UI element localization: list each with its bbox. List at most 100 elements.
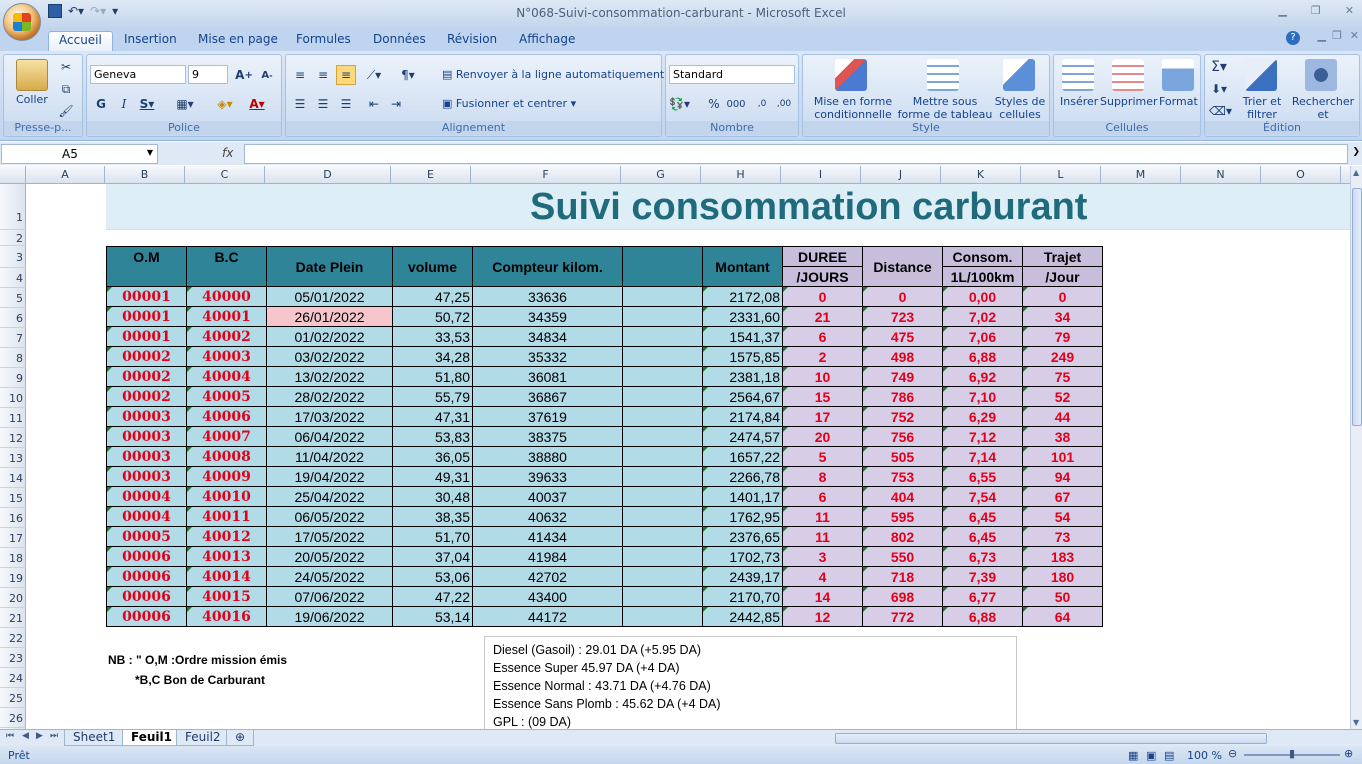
table-cell[interactable]: 2442,85 [702, 606, 783, 627]
table-cell[interactable]: 1541,37 [702, 326, 783, 347]
header-montant[interactable]: Montant [702, 246, 783, 287]
row-header[interactable]: 13 [0, 448, 26, 468]
table-cell[interactable]: 64 [1022, 606, 1103, 627]
autosum-icon[interactable]: Σ▾ [1209, 57, 1229, 77]
table-cell[interactable] [622, 346, 703, 367]
table-cell[interactable]: 2172,08 [702, 286, 783, 307]
page-layout-icon[interactable]: ▣ [1146, 749, 1156, 762]
table-cell[interactable]: 44172 [472, 606, 623, 627]
copy-icon[interactable]: ⧉ [56, 79, 76, 99]
row-header[interactable]: 21 [0, 608, 26, 628]
table-cell[interactable]: 7,12 [942, 426, 1023, 447]
zoom-out-icon[interactable]: ⊖ [1228, 747, 1237, 760]
table-cell[interactable]: 595 [862, 506, 943, 527]
table-cell[interactable]: 00003 [106, 446, 187, 467]
table-cell[interactable]: 11/04/2022 [266, 446, 393, 467]
table-cell[interactable]: 6,29 [942, 406, 1023, 427]
table-cell[interactable]: 50 [1022, 586, 1103, 607]
table-cell[interactable]: 42702 [472, 566, 623, 587]
header-date[interactable]: Date Plein [266, 246, 393, 287]
sheet-tab-sheet1[interactable]: Sheet1 [64, 730, 125, 746]
row-header[interactable]: 16 [0, 508, 26, 528]
prev-sheet-icon[interactable]: ◀ [22, 731, 29, 741]
column-header[interactable]: K [941, 166, 1021, 184]
zoom-slider-thumb[interactable]: ▮ [1289, 747, 1295, 760]
table-cell[interactable] [622, 446, 703, 467]
table-cell[interactable]: 7,39 [942, 566, 1023, 587]
format-painter-icon[interactable]: 🖌 [56, 101, 76, 121]
table-cell[interactable]: 53,14 [392, 606, 473, 627]
table-cell[interactable]: 06/05/2022 [266, 506, 393, 527]
ribbon-minimize-icon[interactable]: ▁ [1318, 29, 1326, 42]
table-cell[interactable]: 6 [782, 486, 863, 507]
header-duree[interactable]: DUREE [782, 246, 863, 267]
orientation-icon[interactable]: ⟋▾ [364, 65, 384, 85]
table-cell[interactable] [622, 526, 703, 547]
accounting-format-icon[interactable]: 💱▾ [669, 94, 690, 114]
table-cell[interactable]: 40013 [186, 546, 267, 567]
table-cell[interactable]: 723 [862, 306, 943, 327]
table-cell[interactable] [622, 306, 703, 327]
decrease-indent-icon[interactable]: ⇤ [364, 94, 384, 114]
fuel-prices-textbox[interactable]: Diesel (Gasoil) : 29.01 DA (+5.95 DA) Es… [484, 636, 1017, 729]
table-cell[interactable]: 21 [782, 306, 863, 327]
name-box[interactable]: A5 ▼ [1, 144, 158, 164]
row-header[interactable]: 8 [0, 348, 26, 368]
table-cell[interactable]: 00006 [106, 566, 187, 587]
table-cell[interactable]: 40011 [186, 506, 267, 527]
table-cell[interactable]: 00001 [106, 286, 187, 307]
row-header[interactable]: 24 [0, 668, 26, 688]
table-cell[interactable]: 19/06/2022 [266, 606, 393, 627]
table-cell[interactable]: 41984 [472, 546, 623, 567]
increase-decimal-icon[interactable]: ,0 [752, 94, 772, 114]
table-cell[interactable]: 07/06/2022 [266, 586, 393, 607]
fill-color-icon[interactable]: ◈▾ [215, 94, 235, 114]
table-cell[interactable] [622, 546, 703, 567]
table-cell[interactable] [622, 606, 703, 627]
table-cell[interactable]: 505 [862, 446, 943, 467]
table-cell[interactable]: 550 [862, 546, 943, 567]
select-all-corner[interactable] [0, 166, 26, 184]
table-cell[interactable]: 11 [782, 526, 863, 547]
table-cell[interactable]: 20/05/2022 [266, 546, 393, 567]
table-cell[interactable]: 73 [1022, 526, 1103, 547]
tab-mise-en-page[interactable]: Mise en page [188, 31, 288, 51]
clear-icon[interactable]: ⌫▾ [1209, 101, 1232, 121]
table-cell[interactable]: 40005 [186, 386, 267, 407]
table-cell[interactable]: 37619 [472, 406, 623, 427]
format-table-button[interactable]: Mettre sous forme de tableau [897, 95, 993, 121]
table-cell[interactable]: 12 [782, 606, 863, 627]
table-cell[interactable]: 752 [862, 406, 943, 427]
table-cell[interactable]: 40002 [186, 326, 267, 347]
first-sheet-icon[interactable]: ⏮ [6, 731, 14, 741]
insert-cells-button[interactable]: Insérer [1060, 95, 1098, 108]
sort-filter-icon[interactable] [1245, 59, 1277, 91]
header-bc[interactable]: B.C [186, 246, 267, 287]
table-cell[interactable]: 786 [862, 386, 943, 407]
table-cell[interactable]: 25/04/2022 [266, 486, 393, 507]
maximize-icon[interactable]: ❐ [1311, 4, 1321, 17]
table-cell[interactable]: 475 [862, 326, 943, 347]
table-cell[interactable]: 6,45 [942, 506, 1023, 527]
header-volume[interactable]: volume [392, 246, 473, 287]
table-cell[interactable]: 43400 [472, 586, 623, 607]
header-consom[interactable]: Consom. [942, 246, 1023, 267]
header-distance[interactable]: Distance [862, 246, 943, 287]
table-cell[interactable]: 183 [1022, 546, 1103, 567]
bold-icon[interactable]: G [91, 94, 111, 114]
table-cell[interactable]: 34 [1022, 306, 1103, 327]
table-cell[interactable]: 47,31 [392, 406, 473, 427]
header-empty[interactable] [622, 246, 703, 287]
table-cell[interactable] [622, 486, 703, 507]
table-cell[interactable]: 2564,67 [702, 386, 783, 407]
table-cell[interactable]: 05/01/2022 [266, 286, 393, 307]
table-cell[interactable]: 17/05/2022 [266, 526, 393, 547]
table-cell[interactable]: 20 [782, 426, 863, 447]
table-cell[interactable]: 40003 [186, 346, 267, 367]
table-cell[interactable]: 6 [782, 326, 863, 347]
table-cell[interactable]: 37,04 [392, 546, 473, 567]
table-cell[interactable]: 01/02/2022 [266, 326, 393, 347]
table-cell[interactable]: 2170,70 [702, 586, 783, 607]
table-cell[interactable] [622, 366, 703, 387]
table-cell[interactable]: 52 [1022, 386, 1103, 407]
